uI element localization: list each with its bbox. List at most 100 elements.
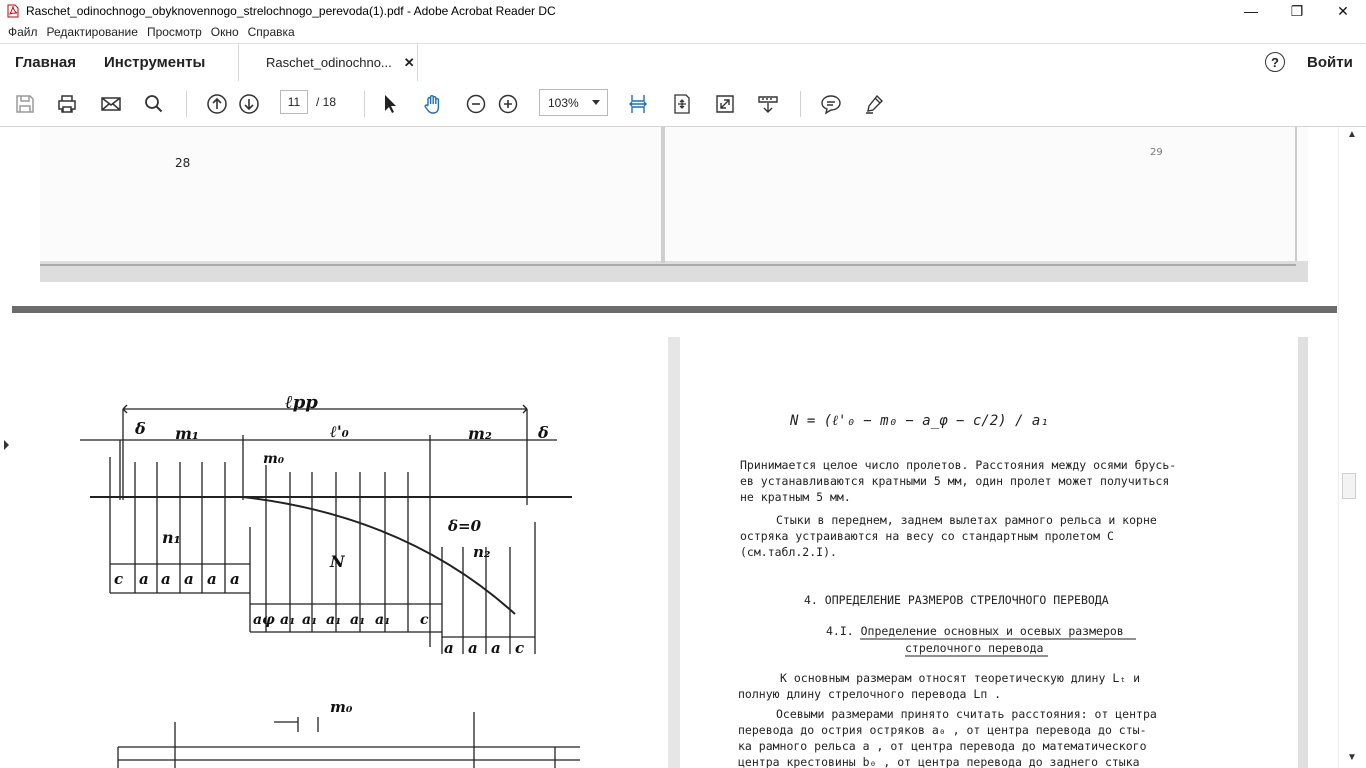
hand-tool-icon[interactable] (421, 92, 445, 116)
minimize-button[interactable]: — (1228, 0, 1274, 22)
previous-page-icon[interactable] (205, 92, 229, 116)
zoom-in-icon[interactable] (496, 92, 520, 116)
scroll-up-icon[interactable]: ▲ (1347, 129, 1357, 140)
row2-cell: a₁ (375, 612, 390, 628)
scroll-mode-icon[interactable] (756, 92, 780, 116)
maximize-button[interactable]: ❐ (1274, 0, 1320, 22)
row2-cell: a₁ (350, 612, 365, 628)
print-icon[interactable] (55, 92, 79, 116)
title-bar: Raschet_odinochnogo_obyknovennogo_strelo… (0, 0, 1366, 22)
label-l0: ℓ'₀ (329, 422, 349, 441)
row3-cell: a (491, 639, 501, 657)
comment-icon[interactable] (819, 92, 843, 116)
help-icon[interactable]: ? (1265, 52, 1285, 72)
text-line: (см.табл.2.I). (740, 545, 837, 559)
menu-view[interactable]: Просмотр (147, 25, 202, 39)
label-m2: m₂ (468, 424, 492, 443)
text-line: ка рамного рельса a , от центра перевода… (738, 739, 1147, 753)
select-cursor-icon[interactable] (378, 92, 402, 116)
tab-home[interactable]: Главная (15, 44, 76, 81)
window-title: Raschet_odinochnogo_obyknovennogo_strelo… (26, 4, 556, 18)
label-m0-lower: m₀ (330, 698, 353, 716)
toolbar-divider (186, 91, 187, 117)
page-number-29: 29 (1150, 147, 1163, 158)
label-delta-left: δ (134, 419, 146, 438)
text-line: не кратным 5 мм. (740, 490, 851, 504)
label-delta0: δ=0 (447, 517, 482, 535)
label-n1: n₁ (162, 528, 181, 547)
tab-document[interactable]: Raschet_odinochno... ✕ (238, 44, 418, 81)
page-number-input[interactable]: 11 (280, 90, 308, 114)
section-heading: 4. ОПРЕДЕЛЕНИЕ РАЗМЕРОВ СТРЕЛОЧНОГО ПЕРЕ… (804, 593, 1109, 607)
menu-edit[interactable]: Редактирование (47, 25, 138, 39)
left-panel-toggle-icon[interactable] (4, 440, 9, 450)
row2-cell: aφ (253, 612, 275, 628)
row3-cell: a (444, 639, 454, 657)
zoom-out-icon[interactable] (464, 92, 488, 116)
chevron-down-icon (592, 100, 600, 105)
label-lpp: ℓрр (285, 392, 318, 413)
next-page-icon[interactable] (237, 92, 261, 116)
page-total-label: / 18 (316, 95, 337, 109)
row2-cell: a₁ (326, 612, 341, 628)
scroll-down-icon[interactable]: ▼ (1347, 752, 1357, 763)
menu-window[interactable]: Окно (211, 25, 239, 39)
row2-cell: c (420, 612, 429, 628)
save-icon[interactable] (13, 92, 37, 116)
formula: N = (ℓ'₀ − m₀ − a_φ − c/2) / a₁ (789, 413, 1049, 429)
text-line: К основным размерам относят теоретическу… (780, 671, 1140, 685)
acrobat-pdf-icon (7, 4, 19, 18)
full-screen-icon[interactable] (713, 92, 737, 116)
label-n2: n₂ (473, 543, 491, 561)
zoom-value: 103% (548, 95, 579, 110)
tab-tools[interactable]: Инструменты (104, 44, 205, 81)
subsection-heading: стрелочного перевода (905, 641, 1043, 655)
menu-bar: Файл Редактирование Просмотр Окно Справк… (0, 22, 1366, 42)
text-line: Стыки в переднем, заднем вылетах рамного… (776, 513, 1157, 527)
toolbar (0, 81, 1366, 127)
document-viewer[interactable]: 28 29 ℓрр δ δ m₁ ℓ'₀ m₂ m₀ n₁ N δ=0 n₂ m… (0, 127, 1338, 768)
row1-cell: a (139, 570, 149, 588)
row2-cell: a₁ (302, 612, 317, 628)
fit-width-scrolling-icon[interactable] (626, 92, 650, 116)
scroll-thumb[interactable] (1342, 473, 1356, 499)
row1-cell: a (184, 570, 194, 588)
close-tab-icon[interactable]: ✕ (404, 55, 415, 71)
text-line: центра крестовины b₀ , от центра перевод… (738, 755, 1140, 768)
label-N: N (329, 552, 346, 571)
sign-in-button[interactable]: Войти (1307, 44, 1353, 81)
row1-cell: a (230, 570, 240, 588)
zoom-select[interactable]: 103% (539, 89, 608, 116)
text-line: полную длину стрелочного перевода Lп . (738, 687, 1001, 701)
row1-cell: c (114, 570, 123, 588)
subsection-heading: 4.I. Определение основных и осевых разме… (826, 624, 1124, 638)
search-icon[interactable] (142, 92, 166, 116)
text-line: Принимается целое число пролетов. Рассто… (740, 458, 1176, 472)
vertical-scrollbar[interactable]: ▲ ▼ (1338, 127, 1366, 768)
row1-cell: a (207, 570, 217, 588)
document-tab-label: Raschet_odinochno... (266, 55, 392, 70)
page-separator (12, 306, 1337, 313)
tabs-bar: Главная Инструменты Raschet_odinochno...… (0, 43, 1366, 82)
toolbar-divider (800, 91, 801, 117)
page-number-28: 28 (175, 156, 190, 170)
row1-cell: a (161, 570, 171, 588)
previous-page-scan (40, 127, 1308, 282)
row3-cell: a (468, 639, 478, 657)
email-icon[interactable] (99, 92, 123, 116)
label-delta-right: δ (537, 423, 549, 442)
highlight-pen-icon[interactable] (862, 92, 886, 116)
scanned-pages: 28 29 ℓрр δ δ m₁ ℓ'₀ m₂ m₀ n₁ N δ=0 n₂ m… (12, 127, 1337, 768)
toolbar-divider (364, 91, 365, 117)
row3-cell: c (515, 639, 524, 657)
row2-cell: a₁ (280, 612, 295, 628)
close-window-button[interactable]: ✕ (1320, 0, 1366, 22)
text-line: Осевыми размерами принято считать рассто… (776, 707, 1157, 721)
fit-page-icon[interactable] (670, 92, 694, 116)
menu-help[interactable]: Справка (248, 25, 295, 39)
text-line: остряка устраиваются на весу со стандарт… (740, 529, 1114, 543)
text-line: ев устанавливаются кратными 5 мм, один п… (740, 474, 1169, 488)
label-m0: m₀ (263, 451, 284, 467)
menu-file[interactable]: Файл (8, 25, 38, 39)
label-m1: m₁ (175, 424, 199, 443)
